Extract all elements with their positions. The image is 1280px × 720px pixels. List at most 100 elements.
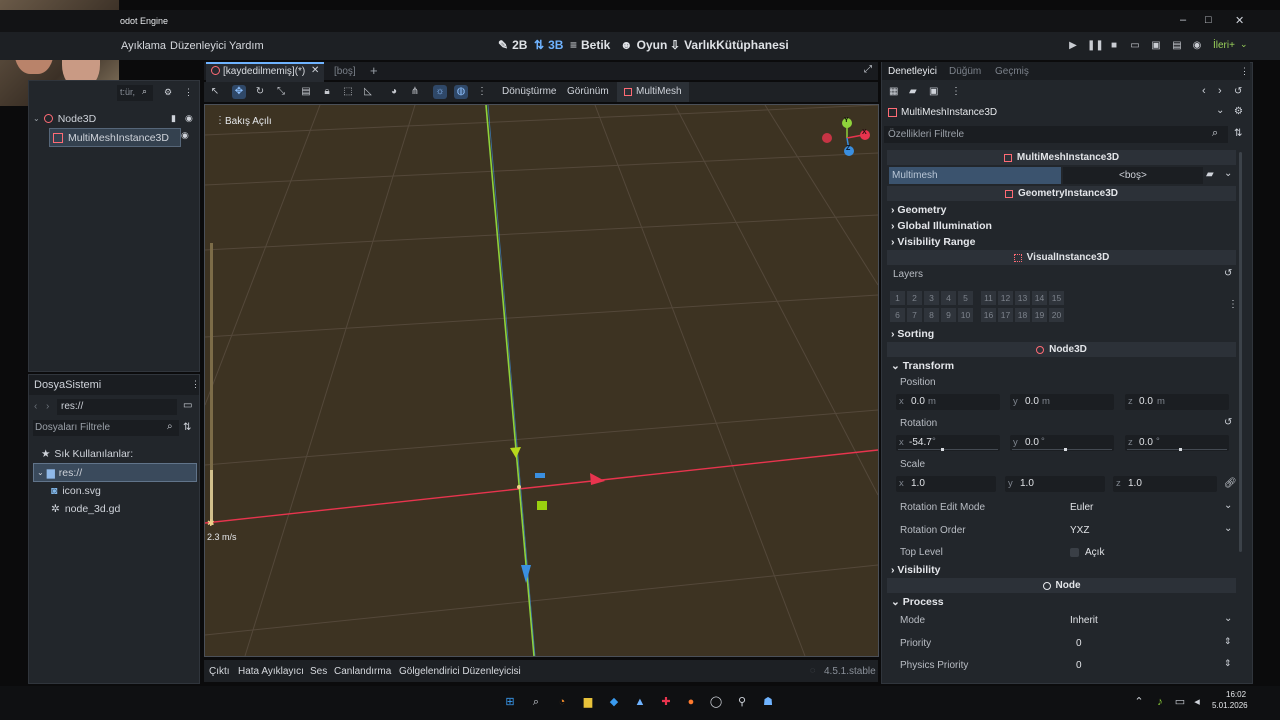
priority-spinbox[interactable]: 0 ⇕ [1066,635,1236,652]
view-menu[interactable]: Görünüm [567,86,609,97]
object-tools-icon[interactable]: ⚙ [1234,106,1243,117]
microphone-icon[interactable]: ♪ [1153,695,1167,709]
select-tool-icon[interactable]: ↖ [208,85,222,99]
group-global-illumination[interactable]: › Global Illumination [891,220,992,232]
tab-history[interactable]: Geçmiş [995,66,1029,77]
tab-shader-editor[interactable]: Gölgelendirici Düzenleyicisi [399,666,521,677]
layer-button[interactable]: 11 [981,291,996,305]
multimesh-property[interactable]: Multimesh <boş> ▰ ⌄ [889,167,1236,184]
group-process[interactable]: ⌄ Process [891,596,944,608]
scene-search[interactable]: t:ür, ⌕ [117,85,153,101]
new-resource-icon[interactable]: ▦ [889,86,898,97]
tab-audio[interactable]: Ses [310,666,327,677]
scale-tool-icon[interactable]: ⤡ [274,85,288,99]
layer-button[interactable]: 20 [1049,308,1064,322]
load-resource-icon[interactable]: ▰ [1206,169,1214,180]
workspace-script[interactable]: ≡ Betik [570,38,610,52]
play-custom-icon[interactable]: ▤ [1170,39,1184,53]
kebab-menu-icon[interactable]: ⋮ [1228,299,1238,310]
tab-animation[interactable]: Canlandırma [334,666,391,677]
tab-inspector[interactable]: Denetleyici [888,66,937,77]
godot-icon[interactable]: ☗ [761,695,775,709]
minimize-button[interactable]: – [1180,14,1186,26]
tab-node[interactable]: Düğüm [949,66,981,77]
app-white-icon[interactable]: ◯ [709,695,723,709]
chevron-down-icon[interactable]: ⌄ [1224,168,1232,179]
layer-button[interactable]: 4 [941,291,956,305]
kebab-menu-icon[interactable]: ⋮ [1240,66,1249,77]
group-sorting[interactable]: › Sorting [891,328,934,340]
split-view-icon[interactable]: ▭ [183,400,192,411]
group-geometry[interactable]: › Geometry [891,204,946,216]
tab-empty-scene[interactable]: [boş] [334,66,356,77]
perspective-menu[interactable]: Bakış Açılı [225,116,272,127]
layer-button[interactable]: 12 [998,291,1013,305]
layer-button[interactable]: 8 [924,308,939,322]
kebab-menu-icon[interactable]: ⋮ [215,115,225,126]
filter-settings-icon[interactable]: ⇅ [1234,128,1242,139]
layer-button[interactable]: 15 [1049,291,1064,305]
layer-button[interactable]: 7 [907,308,922,322]
app-pin-icon[interactable]: ⚲ [735,695,749,709]
close-icon[interactable]: ✕ [311,65,319,76]
rotation-x-field[interactable]: x -54.7 ° [896,435,1000,451]
layer-button[interactable]: 10 [958,308,973,322]
scale-y-field[interactable]: y 1.0 [1005,476,1105,492]
open-resource-icon[interactable]: ▰ [909,86,917,97]
add-tab-icon[interactable]: + [370,63,378,78]
local-space-icon[interactable]: ◕ [387,85,401,99]
reset-icon[interactable]: ↺ [1224,417,1232,428]
kebab-menu-icon[interactable]: ⋮ [184,87,193,98]
group-visibility-range[interactable]: › Visibility Range [891,236,975,248]
visibility-icon[interactable]: ◉ [185,113,193,124]
history-icon[interactable]: ↺ [1234,86,1242,97]
kebab-menu-icon[interactable]: ⋮ [951,86,961,97]
tree-item-node3d[interactable]: ⌄ Node3D ▮ ◉ [33,110,193,127]
scale-x-field[interactable]: x 1.0 [896,476,996,492]
app-red-icon[interactable]: ✚ [659,695,673,709]
play-scene-icon[interactable]: ▣ [1149,39,1163,53]
multimesh-menu[interactable]: MultiMesh [617,82,689,102]
menu-help[interactable]: Yardım [229,40,264,52]
history-back-icon[interactable]: ‹ [1202,85,1206,97]
3d-viewport[interactable]: ⋮ Bakış Açılı Y X Z ✱ 2.3 m/s [204,104,879,657]
sort-icon[interactable]: ⇅ [183,422,191,433]
ruler-icon[interactable]: ◺ [361,85,375,99]
layer-button[interactable]: 18 [1015,308,1030,322]
rotation-edit-mode-select[interactable]: Euler ⌄ [1066,499,1236,516]
position-z-field[interactable]: z 0.0 m [1125,394,1229,410]
position-y-field[interactable]: y 0.0 m [1010,394,1114,410]
kebab-menu-icon[interactable]: ⋮ [191,379,200,390]
folder-icon[interactable]: ▆ [581,695,595,709]
rotation-z-slider[interactable] [1127,448,1227,451]
property-filter-field[interactable]: Özellikleri Filtrele ⌕ [884,126,1228,143]
group-icon[interactable]: ⬚ [341,85,355,99]
rotate-tool-icon[interactable]: ↻ [253,85,267,99]
file-item-res[interactable]: ⌄ ▆ res:// [33,463,197,482]
snap-icon[interactable]: ⋔ [408,85,422,99]
scale-z-field[interactable]: z 1.0 [1113,476,1217,492]
app-icon[interactable]: ▲ [633,695,647,709]
renderer-select[interactable]: İleri+ [1213,40,1235,51]
back-icon[interactable]: ‹ [34,401,37,412]
script-attach-icon[interactable]: ▮ [171,113,176,124]
file-item-icon-svg[interactable]: ◙ icon.svg [51,482,101,499]
top-level-checkbox[interactable]: Açık [1070,546,1150,560]
layer-button[interactable]: 19 [1032,308,1047,322]
save-resource-icon[interactable]: ▣ [929,86,938,97]
layer-button[interactable]: 17 [998,308,1013,322]
pause-icon[interactable]: ❚❚ [1087,39,1104,53]
workspace-asset-library[interactable]: ⇩ VarlıkKütüphanesi [670,38,789,52]
physics-priority-spinbox[interactable]: 0 ⇕ [1066,657,1236,674]
inspector-scrollbar[interactable] [1239,152,1242,552]
lock-icon[interactable]: 🔒︎ [320,85,334,99]
app-orange-icon[interactable]: ● [684,695,698,709]
environment-preview-icon[interactable]: ◍ [454,85,468,99]
layer-button[interactable]: 14 [1032,291,1047,305]
tab-output[interactable]: Çıktı [209,666,230,677]
tab-debugger[interactable]: Hata Ayıklayıcı [238,666,304,677]
layer-button[interactable]: 1 [890,291,905,305]
filter-options-icon[interactable]: ⚙ [164,87,172,98]
chevron-up-icon[interactable]: ⌃ [1132,695,1146,709]
group-visibility[interactable]: › Visibility [891,564,940,576]
